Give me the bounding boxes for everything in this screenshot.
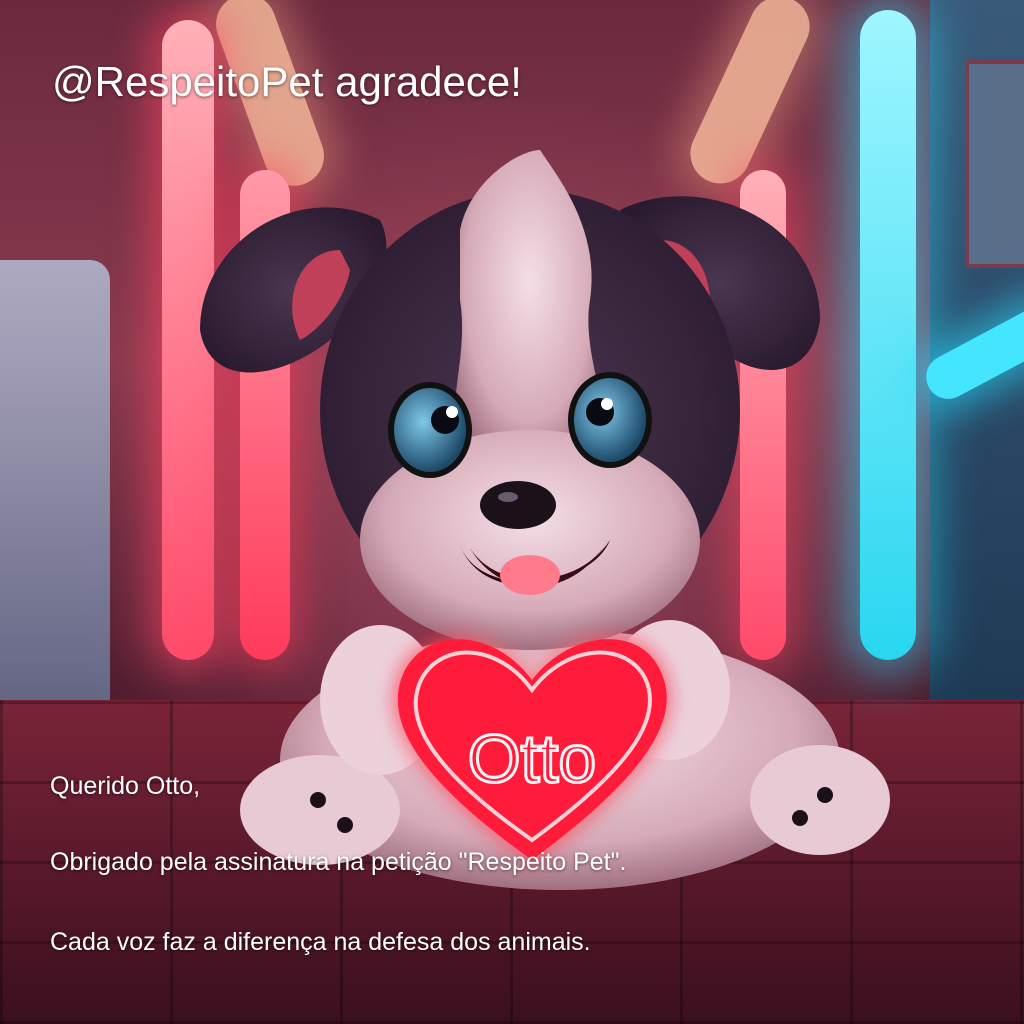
puppy-tongue xyxy=(500,555,560,595)
puppy-nose xyxy=(480,481,556,529)
closing-text: Cada voz faz a diferença na defesa dos a… xyxy=(50,928,591,956)
heart-name-label: Otto xyxy=(468,721,597,797)
headline: @RespeitoPet agradece! xyxy=(52,58,522,105)
puppy-left-eye xyxy=(394,388,466,472)
thanks-text: Obrigado pela assinatura na petição "Res… xyxy=(50,848,627,876)
greeting-text: Querido Otto, xyxy=(50,772,201,800)
